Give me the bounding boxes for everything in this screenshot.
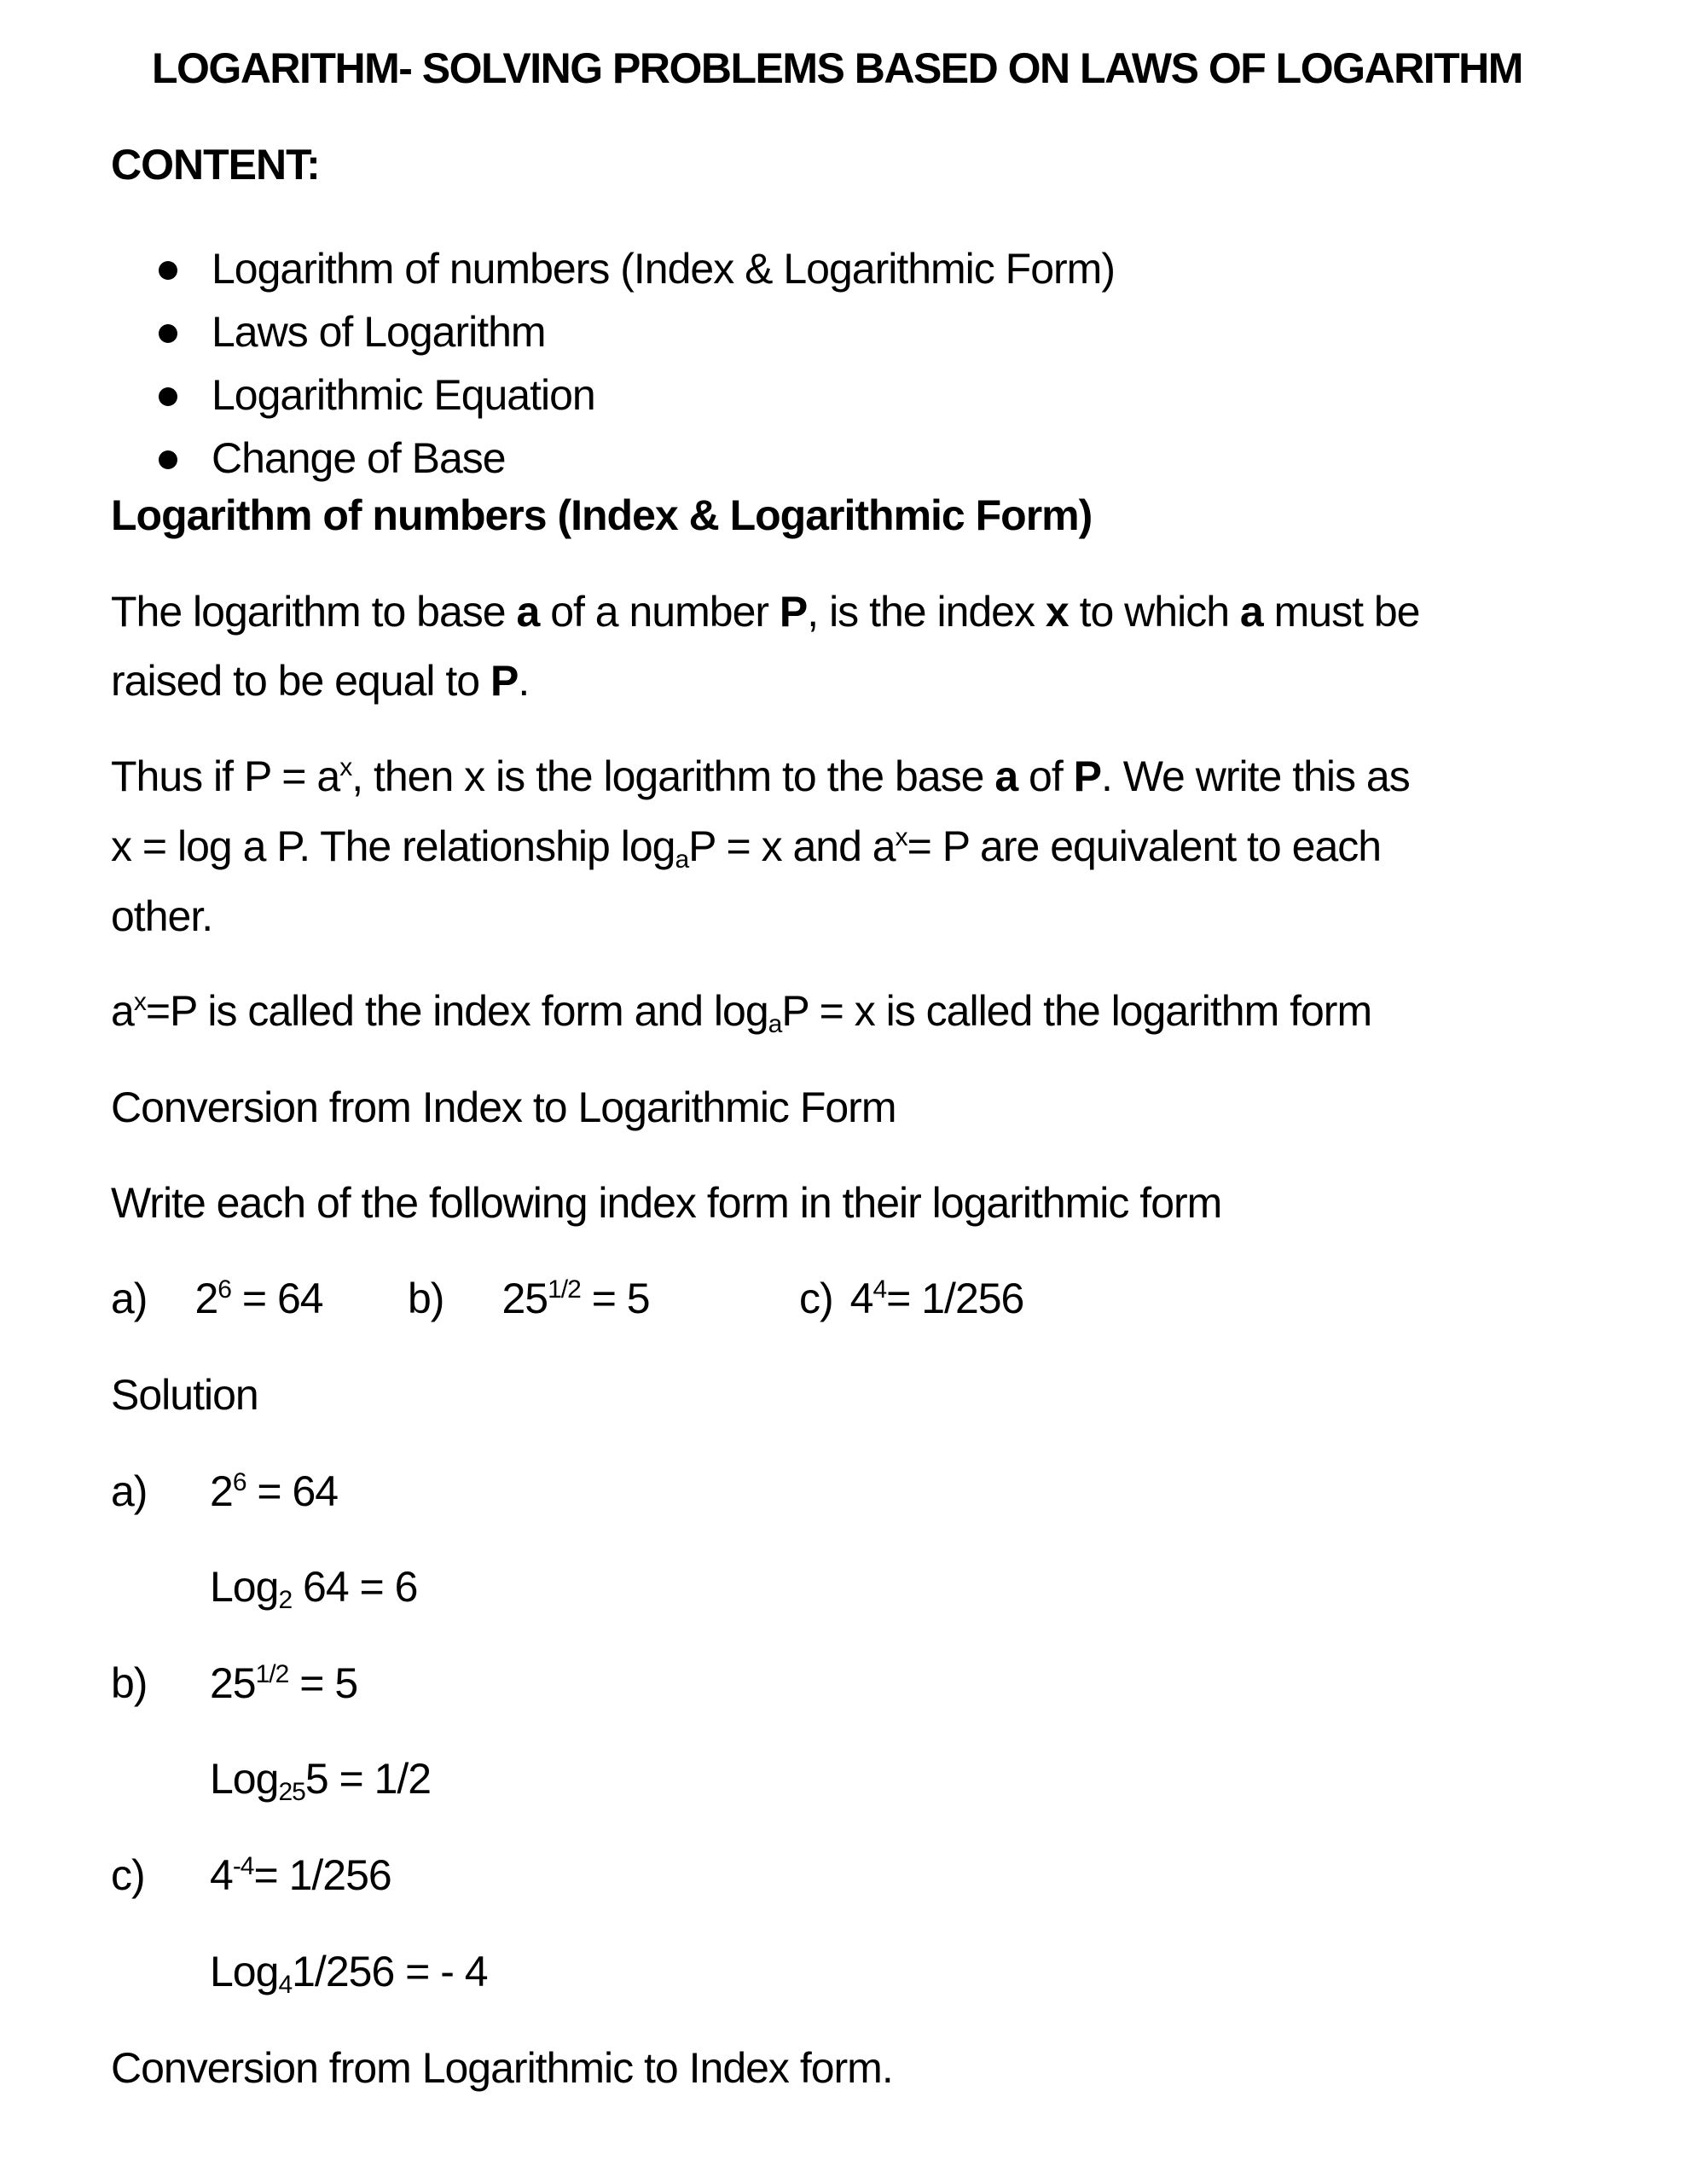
thus-line-3: other.: [111, 892, 213, 940]
text: of: [1017, 752, 1074, 800]
text: 25: [501, 1275, 548, 1322]
solution-b-index: 251/2 = 5: [210, 1658, 358, 1709]
superscript: x: [895, 823, 908, 851]
bold-term: a: [1239, 588, 1264, 636]
exercise-label: b): [408, 1275, 444, 1322]
text: .: [518, 657, 530, 705]
text: must be: [1262, 588, 1421, 636]
thus-line-1: Thus if P = ax, then x is the logarithm …: [111, 751, 1411, 802]
text: P = x is called the logarithm form: [781, 987, 1372, 1035]
superscript: 6: [232, 1468, 247, 1496]
subscript: 4: [278, 1971, 293, 1999]
text: =P is called the index form and log: [145, 987, 769, 1035]
superscript: 6: [217, 1275, 232, 1304]
subscript: 25: [278, 1778, 305, 1806]
content-item-label: Logarithm of numbers (Index & Logarithmi…: [212, 245, 1116, 293]
text: Log: [210, 1563, 279, 1611]
text: to which: [1068, 588, 1240, 636]
bold-term: a: [516, 588, 541, 636]
text: 2: [194, 1275, 218, 1322]
text: = 64: [230, 1275, 324, 1322]
text: The logarithm to base: [111, 588, 517, 636]
text: Thus if P = a: [111, 752, 340, 800]
bold-term: P: [779, 588, 808, 636]
bold-term: P: [490, 657, 519, 705]
exercise-b: b) 251/2 = 5: [408, 1273, 651, 1324]
forms-line: ax=P is called the index form and logaP …: [111, 985, 1372, 1038]
text: P = x and a: [688, 822, 896, 870]
solution-a-index: 26 = 64: [210, 1466, 339, 1517]
content-item-label: Change of Base: [212, 434, 507, 482]
text: = 5: [580, 1275, 651, 1322]
content-item: Laws of Logarithm: [154, 300, 1115, 363]
page-title: LOGARITHM- SOLVING PROBLEMS BASED ON LAW…: [152, 44, 1523, 92]
text: raised to be equal to: [111, 657, 490, 705]
bold-term: x: [1045, 588, 1070, 636]
text: = 5: [288, 1659, 358, 1707]
bold-term: P: [1073, 752, 1102, 800]
solution-c-index: 4-4= 1/256: [210, 1850, 392, 1901]
instruction: Write each of the following index form i…: [111, 1179, 1222, 1227]
text: = 1/256: [886, 1275, 1024, 1322]
bullet-icon: [159, 324, 177, 343]
content-item: Logarithm of numbers (Index & Logarithmi…: [154, 237, 1116, 300]
solution-b-label: b): [111, 1659, 148, 1707]
definition-line-2: raised to be equal to P.: [111, 655, 530, 706]
text: Log: [210, 1755, 279, 1803]
solution-c-log: Log41/256 = - 4: [210, 1946, 489, 1999]
definition-line-1: The logarithm to base a of a number P, i…: [111, 586, 1421, 637]
text: = 64: [246, 1467, 339, 1515]
section-heading: Logarithm of numbers (Index & Logarithmi…: [111, 491, 1093, 539]
content-item-label: Laws of Logarithm: [212, 308, 547, 356]
superscript: x: [339, 753, 352, 781]
subscript: a: [768, 1010, 783, 1038]
solution-c-label: c): [111, 1851, 146, 1899]
text: 2: [210, 1467, 234, 1515]
conversion-heading: Conversion from Index to Logarithmic For…: [111, 1083, 896, 1131]
content-item-label: Logarithmic Equation: [212, 371, 596, 419]
exercise-c: c) 44= 1/256: [799, 1273, 1024, 1324]
document-page: LOGARITHM- SOLVING PROBLEMS BASED ON LAW…: [0, 0, 1687, 2184]
superscript: 1/2: [255, 1660, 290, 1688]
text: a: [111, 987, 135, 1035]
superscript: 4: [872, 1275, 887, 1304]
superscript: 1/2: [548, 1275, 582, 1304]
final-heading: Conversion from Logarithmic to Index for…: [111, 2044, 894, 2092]
text: Log: [210, 1948, 279, 1995]
solution-b-log: Log255 = 1/2: [210, 1753, 432, 1806]
text: . We write this as: [1100, 752, 1411, 800]
content-list: Logarithm of numbers (Index & Logarithmi…: [154, 237, 1116, 490]
subscript: 2: [278, 1586, 293, 1614]
superscript: x: [133, 988, 147, 1016]
superscript: -4: [232, 1852, 255, 1880]
content-label: CONTENT:: [111, 141, 321, 189]
bullet-icon: [159, 450, 177, 469]
text: = P are equivalent to each: [907, 822, 1382, 870]
text: = 1/256: [253, 1851, 392, 1899]
bold-term: a: [994, 752, 1018, 800]
text: of a number: [539, 588, 780, 636]
solution-a-label: a): [111, 1467, 148, 1515]
exercise-a: a) 26 = 64: [111, 1273, 324, 1324]
text: , then x is the logarithm to the base: [351, 752, 995, 800]
text: 4: [849, 1275, 874, 1322]
text: , is the index: [807, 588, 1046, 636]
exercise-label: c): [799, 1275, 834, 1322]
text: 1/256 = - 4: [292, 1948, 488, 1995]
content-item: Change of Base: [154, 427, 1115, 490]
content-item: Logarithmic Equation: [154, 363, 1115, 427]
text: x = log a P. The relationship log: [111, 822, 675, 870]
bullet-icon: [159, 387, 177, 406]
text: 64 = 6: [292, 1563, 418, 1611]
thus-line-2: x = log a P. The relationship logaP = x …: [111, 821, 1382, 874]
exercise-label: a): [111, 1275, 148, 1322]
text: 5 = 1/2: [304, 1755, 432, 1803]
text: 4: [210, 1851, 234, 1899]
solution-label: Solution: [111, 1371, 259, 1419]
subscript: a: [675, 845, 689, 874]
solution-a-log: Log2 64 = 6: [210, 1561, 418, 1614]
text: 25: [210, 1659, 257, 1707]
bullet-icon: [159, 261, 177, 280]
